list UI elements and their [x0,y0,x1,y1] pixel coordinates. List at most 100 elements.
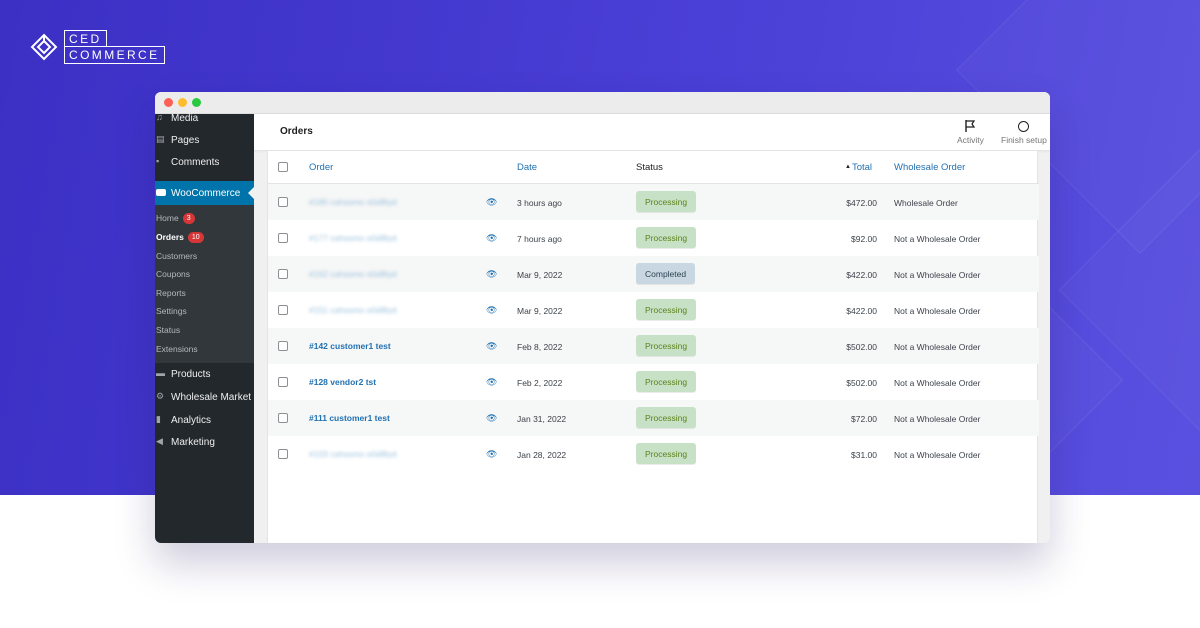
sidebar-item-label: Products [171,368,211,380]
submenu-item-home[interactable]: Home 3 [156,210,195,226]
submenu-label: Coupons [156,269,191,279]
order-link[interactable]: #151 cahssmo o0d8lyd [309,305,396,315]
table-row[interactable]: #103 cahssmo o0d8lyd 👁 Jan 28, 2022 Proc… [268,436,1039,472]
preview-eye-icon[interactable]: 👁 [486,341,497,352]
orders-table: Order Date Status ▲Total Wholesale Order… [267,151,1039,543]
preview-eye-icon[interactable]: 👁 [486,233,497,244]
row-checkbox[interactable] [278,413,288,423]
table-row[interactable]: #177 cahssmo o0d8lyd 👁 7 hours ago Proce… [268,220,1039,256]
close-window-button[interactable] [164,98,173,107]
sidebar-item-comments[interactable]: ▪ Comments [155,152,254,172]
status-badge: Processing [636,191,697,212]
order-total: $92.00 [851,234,877,244]
preview-eye-icon[interactable]: 👁 [486,449,497,460]
wholesale-order-value: Not a Wholesale Order [894,270,981,280]
table-row[interactable]: #180 cahssmo o0d8lyd 👁 3 hours ago Proce… [268,184,1039,220]
order-date: Jan 28, 2022 [517,450,567,460]
sidebar-item-woocommerce[interactable]: WooCommerce [155,181,254,205]
order-link[interactable]: #128 vendor2 tst [309,377,376,387]
column-header-date[interactable]: Date [517,162,537,173]
status-badge: Processing [636,371,697,392]
gear-icon: ⚙ [156,391,165,401]
sidebar-item-label: WooCommerce [171,187,241,199]
brand-line-1: CED [64,30,107,46]
submenu-label: Status [156,325,181,335]
table-row[interactable]: #128 vendor2 tst 👁 Feb 2, 2022 Processin… [268,364,1039,400]
row-checkbox[interactable] [278,305,288,315]
row-checkbox[interactable] [278,377,288,387]
activity-button[interactable]: Activity [957,119,984,145]
finish-setup-button[interactable]: Finish setup [1001,119,1047,145]
status-badge: Processing [636,443,697,464]
select-all-checkbox[interactable] [278,162,288,172]
table-row[interactable]: #142 customer1 test 👁 Feb 8, 2022 Proces… [268,328,1039,364]
row-checkbox[interactable] [278,449,288,459]
submenu-item-coupons[interactable]: Coupons [156,266,190,282]
wholesale-order-value: Not a Wholesale Order [894,378,981,388]
order-total: $502.00 [846,342,877,352]
row-checkbox[interactable] [278,341,288,351]
cedcommerce-logo-icon [30,33,58,61]
minimize-window-button[interactable] [178,98,187,107]
table-row[interactable]: #162 cahssmo o0d8lyd 👁 Mar 9, 2022 Compl… [268,256,1039,292]
status-badge: Completed [636,263,696,284]
wholesale-order-value: Not a Wholesale Order [894,234,981,244]
order-total: $422.00 [846,306,877,316]
row-checkbox[interactable] [278,233,288,243]
order-link[interactable]: #111 customer1 test [309,413,390,423]
row-checkbox[interactable] [278,269,288,279]
wholesale-order-value: Not a Wholesale Order [894,414,981,424]
submenu-item-status[interactable]: Status [156,322,180,338]
table-row[interactable]: #111 customer1 test 👁 Jan 31, 2022 Proce… [268,400,1039,436]
order-link[interactable]: #103 cahssmo o0d8lyd [309,449,396,459]
table-row[interactable]: #151 cahssmo o0d8lyd 👁 Mar 9, 2022 Proce… [268,292,1039,328]
order-link[interactable]: #180 cahssmo o0d8lyd [309,197,396,207]
order-total: $72.00 [851,414,877,424]
order-total: $472.00 [846,198,877,208]
wholesale-order-value: Not a Wholesale Order [894,342,981,352]
sidebar-item-products[interactable]: ▬ Products [155,364,254,384]
maximize-window-button[interactable] [192,98,201,107]
preview-eye-icon[interactable]: 👁 [486,377,497,388]
column-header-order[interactable]: Order [309,162,333,173]
woocommerce-submenu: Home 3 Orders 10 Customers Coupons Repor… [155,205,254,363]
order-total: $502.00 [846,378,877,388]
order-link[interactable]: #162 cahssmo o0d8lyd [309,269,396,279]
analytics-icon: ▮ [156,414,161,424]
submenu-item-orders[interactable]: Orders 10 [156,229,204,245]
preview-eye-icon[interactable]: 👁 [486,269,497,280]
order-link[interactable]: #142 customer1 test [309,341,391,351]
preview-eye-icon[interactable]: 👁 [486,197,497,208]
order-link[interactable]: #177 cahssmo o0d8lyd [309,233,396,243]
flag-icon [965,120,976,132]
preview-eye-icon[interactable]: 👁 [486,305,497,316]
brand-line-2: COMMERCE [64,46,165,64]
submenu-label: Home [156,213,179,223]
order-total: $422.00 [846,270,877,280]
pages-icon: ▤ [156,134,165,144]
column-header-status: Status [636,162,663,173]
admin-sidebar: ♫ Media ▤ Pages ▪ Comments WooCommerce H… [155,113,254,543]
column-header-total[interactable]: ▲Total [845,162,872,173]
submenu-item-reports[interactable]: Reports [156,285,186,301]
sidebar-item-wholesale-market[interactable]: ⚙ Wholesale Market [155,387,254,407]
wholesale-order-value: Not a Wholesale Order [894,450,981,460]
row-checkbox[interactable] [278,197,288,207]
order-date: 7 hours ago [517,234,562,244]
page-title: Orders [280,126,313,137]
megaphone-icon: ◀ [156,436,163,446]
sidebar-item-media[interactable]: ♫ Media [155,108,254,128]
status-badge: Processing [636,299,697,320]
status-badge: Processing [636,335,697,356]
preview-eye-icon[interactable]: 👁 [486,413,497,424]
column-header-wholesale-order[interactable]: Wholesale Order [894,162,965,173]
order-total: $31.00 [851,450,877,460]
sidebar-item-analytics[interactable]: ▮ Analytics [155,410,254,430]
sidebar-item-pages[interactable]: ▤ Pages [155,130,254,150]
submenu-item-extensions[interactable]: Extensions [156,341,198,357]
sidebar-item-marketing[interactable]: ◀ Marketing [155,432,254,452]
submenu-item-customers[interactable]: Customers [156,248,197,264]
submenu-label: Customers [156,251,198,261]
finish-setup-label: Finish setup [1001,135,1047,145]
submenu-item-settings[interactable]: Settings [156,303,187,319]
